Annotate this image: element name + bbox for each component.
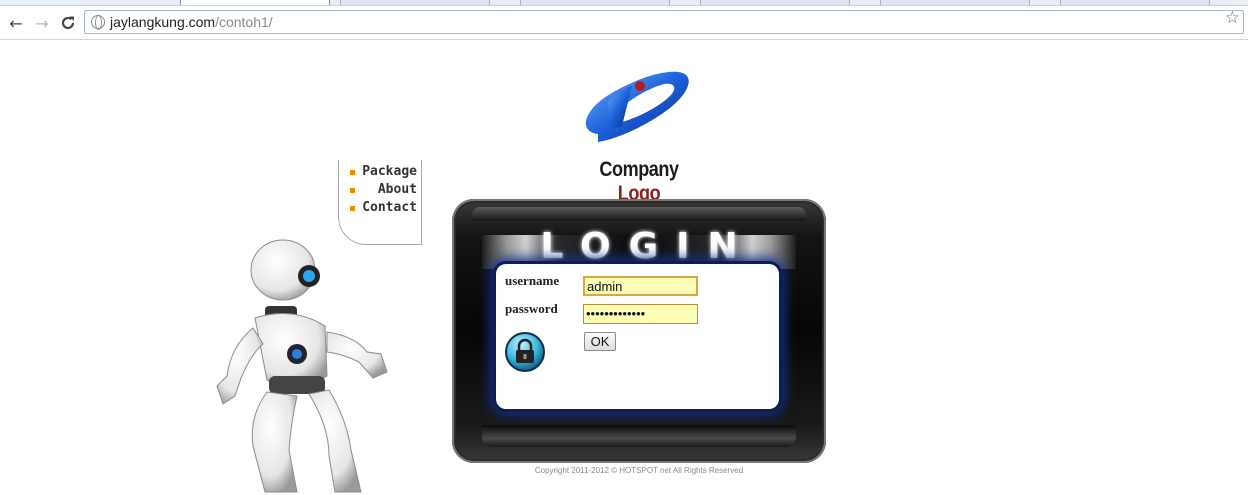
bullet-icon [350, 206, 355, 211]
browser-tab[interactable] [180, 0, 330, 5]
browser-tab[interactable] [880, 0, 1030, 5]
frame-rim-top [472, 207, 806, 221]
robot-illustration [216, 239, 388, 493]
browser-toolbar: ← → jaylangkung.com/contoh1/ ☆ [0, 6, 1248, 40]
forward-arrow-icon[interactable]: → [32, 13, 52, 33]
copyright-text: Copyright 2011-2012 © HOTSPOT net All Ri… [534, 466, 744, 475]
bullet-icon [350, 188, 355, 193]
menu-item-label: Package [362, 164, 417, 179]
menu-item-package[interactable]: Package [339, 164, 421, 182]
company-logo-icon [585, 71, 689, 142]
browser-tab[interactable] [1060, 0, 1210, 5]
side-menu: Package About Contact [338, 160, 422, 245]
menu-item-about[interactable]: About [339, 182, 421, 200]
ok-button[interactable]: OK [584, 332, 616, 351]
browser-tab[interactable] [700, 0, 850, 5]
address-bar[interactable]: jaylangkung.com/contoh1/ [84, 10, 1244, 34]
lock-icon [505, 332, 545, 372]
menu-item-label: Contact [362, 200, 417, 215]
star-icon[interactable]: ☆ [1225, 8, 1240, 28]
logo-word-main: Company [599, 158, 679, 181]
url-path: /contoh1/ [215, 14, 273, 30]
back-arrow-icon[interactable]: ← [6, 13, 26, 33]
bullet-icon [350, 170, 355, 175]
login-title: LOGIN [540, 226, 756, 267]
reload-icon[interactable] [58, 13, 78, 33]
menu-item-label: About [377, 182, 417, 197]
username-label: username [505, 273, 560, 288]
browser-tab[interactable] [520, 0, 670, 5]
username-input[interactable]: admin [583, 276, 698, 296]
password-label: password [505, 301, 558, 316]
menu-item-contact[interactable]: Contact [339, 200, 421, 218]
password-input[interactable]: ••••••••••••• [583, 304, 698, 324]
url-host: jaylangkung.com [110, 14, 216, 30]
globe-icon [91, 15, 105, 30]
frame-rim-bottom [482, 425, 796, 447]
browser-tab[interactable] [340, 0, 490, 5]
